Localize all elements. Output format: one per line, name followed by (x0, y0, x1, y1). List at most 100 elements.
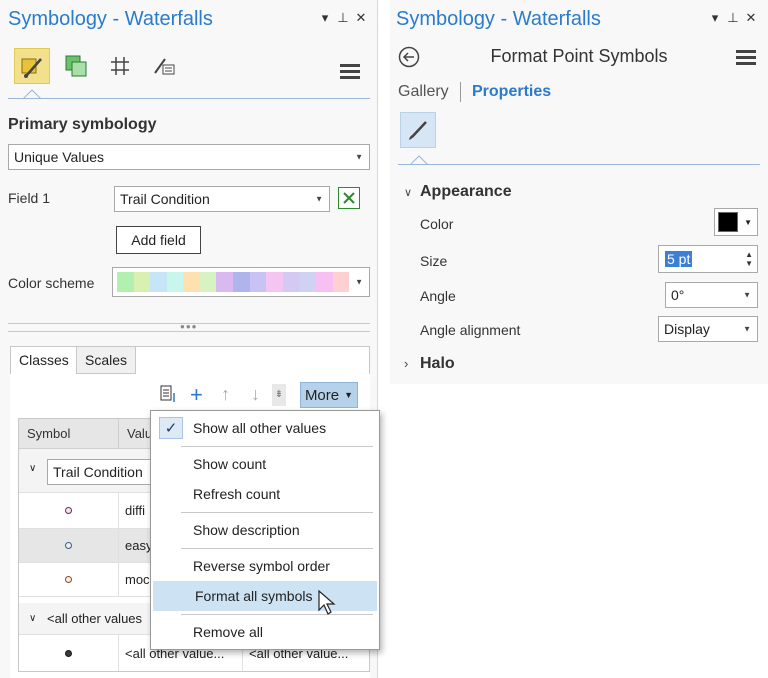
group-field-label[interactable]: Trail Condition (47, 459, 167, 485)
layered-squares-icon (65, 55, 87, 77)
page-title: Format Point Symbols (490, 46, 668, 66)
primary-symbology-heading: Primary symbology (8, 116, 157, 133)
color-swatch (166, 272, 184, 292)
vary-symbology-tool[interactable] (58, 48, 94, 84)
more-button[interactable]: More ▼ (300, 382, 358, 408)
menu-separator (181, 512, 373, 513)
menu-separator (181, 446, 373, 447)
symbol-cell[interactable] (19, 635, 119, 671)
symbol-cell[interactable] (19, 529, 119, 562)
options-dropdown-icon[interactable]: ▾ (706, 10, 724, 26)
menu-item-format-all-symbols[interactable]: Format all symbols (153, 581, 377, 611)
tab-scales[interactable]: Scales (76, 346, 137, 374)
options-dropdown-icon[interactable]: ▾ (316, 10, 334, 26)
chevron-down-icon: ▼ (355, 277, 363, 287)
angle-alignment-dropdown[interactable]: Display ▼ (658, 316, 758, 342)
add-field-button[interactable]: Add field (116, 226, 201, 254)
menu-item-remove-all[interactable]: Remove all (151, 617, 379, 647)
color-swatch (299, 272, 316, 292)
tab-properties[interactable]: Properties (472, 83, 551, 101)
move-down-icon[interactable]: ↓ (251, 384, 260, 405)
color-scheme-label: Color scheme (8, 275, 95, 291)
menu-item-label: Show all other values (193, 420, 327, 436)
chevron-down-icon[interactable]: ∨ (29, 463, 36, 474)
pane-title: Symbology - Waterfalls (8, 8, 213, 30)
color-swatch (233, 272, 250, 292)
pane-controls: ▾ ⊥ ✕ (316, 10, 370, 26)
menu-item-reverse-symbol-order[interactable]: Reverse symbol order (151, 551, 379, 581)
menu-item-refresh-count[interactable]: Refresh count (151, 479, 379, 509)
add-icon[interactable]: + (190, 382, 203, 408)
color-swatch (282, 272, 300, 292)
chevron-down-icon[interactable]: ∨ (404, 186, 412, 199)
symbol-cell[interactable] (19, 493, 119, 528)
active-tool-pointer (410, 155, 428, 165)
symbol-properties-tool[interactable] (400, 112, 436, 148)
color-picker[interactable]: ▼ (714, 208, 758, 236)
pane-title: Symbology - Waterfalls (396, 8, 601, 30)
color-swatch (117, 272, 134, 292)
other-group-label: <all other values (47, 611, 143, 626)
move-up-icon[interactable]: ↑ (221, 384, 230, 405)
expression-icon (343, 192, 355, 204)
advanced-symbology-tool[interactable] (146, 48, 182, 84)
angle-label: Angle (420, 288, 456, 304)
tab-classes[interactable]: Classes (10, 346, 78, 373)
angle-dropdown[interactable]: 0° ▼ (665, 282, 758, 308)
chevron-down-icon: ▼ (743, 290, 751, 300)
field1-dropdown[interactable]: Trail Condition ▼ (114, 186, 330, 212)
more-label: More (304, 386, 340, 404)
menu-item-show-description[interactable]: Show description (151, 515, 379, 545)
brush-list-icon (154, 58, 175, 75)
color-swatch (332, 272, 350, 292)
chevron-down-icon: ▼ (743, 324, 751, 334)
field1-value: Trail Condition (120, 191, 210, 207)
field1-label: Field 1 (8, 190, 51, 206)
size-input[interactable]: 5 pt ▲ ▼ (658, 245, 758, 273)
col-header-symbol[interactable]: Symbol (19, 419, 119, 449)
menu-item-show-all-other-values[interactable]: ✓ Show all other values (151, 413, 379, 443)
angle-alignment-value: Display (664, 321, 710, 337)
point-symbol-icon (65, 650, 72, 657)
check-icon: ✓ (159, 417, 183, 439)
color-swatch (249, 272, 267, 292)
menu-separator (181, 548, 373, 549)
symbol-layer-drawing-tool[interactable] (102, 48, 138, 84)
menu-item-show-count[interactable]: Show count (151, 449, 379, 479)
expression-button[interactable] (338, 187, 360, 209)
paintbrush-icon (21, 58, 42, 78)
close-icon[interactable]: ✕ (352, 10, 370, 26)
color-swatch (216, 272, 234, 292)
menu-icon[interactable] (736, 50, 756, 66)
size-value: 5 pt (665, 251, 693, 267)
renderer-dropdown[interactable]: Unique Values ▼ (8, 144, 370, 170)
color-swatch (133, 272, 151, 292)
menu-icon[interactable] (340, 64, 360, 80)
move-to-bottom-icon[interactable]: ⇟ (272, 384, 286, 406)
splitter-grip-icon[interactable]: ●●● (180, 322, 198, 331)
chevron-down-icon[interactable]: ∨ (29, 613, 36, 624)
close-icon[interactable]: ✕ (742, 10, 760, 26)
tab-divider (460, 82, 461, 102)
primary-symbology-tool[interactable] (14, 48, 50, 84)
chevron-down-icon: ▼ (344, 390, 354, 400)
add-classes-icon[interactable] (158, 384, 178, 409)
splitter-bottom (8, 331, 370, 332)
pin-icon[interactable]: ⊥ (334, 10, 352, 26)
chevron-down-icon: ▼ (355, 152, 363, 162)
pin-icon[interactable]: ⊥ (724, 10, 742, 26)
symbol-cell[interactable] (19, 563, 119, 596)
appearance-heading[interactable]: Appearance (420, 183, 512, 201)
chevron-down-icon: ▼ (315, 194, 323, 204)
color-swatch (199, 272, 217, 292)
angle-alignment-label: Angle alignment (420, 322, 521, 338)
spinner-icon[interactable]: ▲ ▼ (745, 250, 753, 268)
color-chip (718, 212, 738, 232)
halo-heading[interactable]: Halo (420, 355, 455, 373)
chevron-right-icon[interactable]: › (404, 356, 408, 371)
color-scheme-dropdown[interactable]: ▼ (112, 267, 370, 297)
tab-gallery[interactable]: Gallery (398, 83, 449, 101)
symbology-pane-right: Symbology - Waterfalls ▾ ⊥ ✕ Format Point … (390, 0, 768, 384)
renderer-value: Unique Values (14, 149, 105, 165)
more-context-menu: ✓ Show all other values Show count Refre… (150, 410, 380, 650)
